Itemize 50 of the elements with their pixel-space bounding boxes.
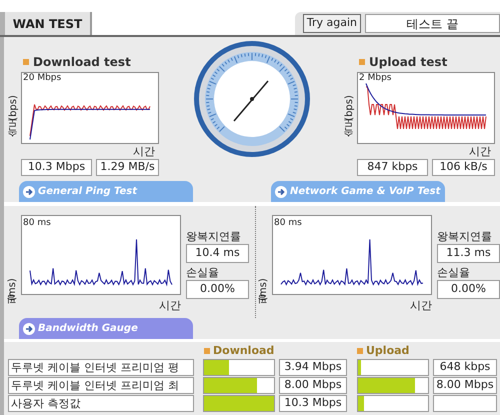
loss-field: 0.00% bbox=[186, 280, 249, 299]
row-label-field: 두루넷 케이블 인터넷 프리미엄 평 bbox=[8, 359, 194, 376]
y-axis-label: 핑(ms) bbox=[8, 277, 18, 311]
x-axis-label: 시간 bbox=[159, 300, 181, 311]
x-axis-label: 시간 bbox=[469, 146, 491, 157]
download-legend: Download bbox=[213, 342, 357, 360]
scale-label: 80 ms bbox=[23, 219, 51, 228]
bytes-field: 1.29 MB/s bbox=[96, 159, 159, 176]
legend-square-icon bbox=[23, 59, 29, 65]
rate-field: 847 kbps bbox=[357, 159, 428, 176]
arrow-circle-icon bbox=[23, 322, 35, 334]
legend-square-icon bbox=[359, 59, 365, 65]
latency-label: 왕복지연률 bbox=[437, 231, 493, 242]
latency-label: 왕복지연률 bbox=[186, 231, 242, 242]
upload-reading-field bbox=[433, 395, 497, 412]
scale-label: 20 Mbps bbox=[23, 74, 62, 83]
row-label-field: 두루넷 케이블 인터넷 프리미엄 최 bbox=[8, 377, 194, 394]
download-reading-field: 10.3 Mbps bbox=[279, 395, 347, 412]
window-tab[interactable]: WAN TEST bbox=[5, 12, 92, 35]
download-reading-field: 3.94 Mbps bbox=[279, 359, 347, 376]
arrow-circle-icon bbox=[23, 186, 35, 198]
scale-label: 2 Mbps bbox=[359, 74, 392, 83]
y-axis-label: 속도 (bps) bbox=[345, 94, 355, 144]
upload-reading-field: 648 kbps bbox=[433, 359, 497, 376]
panel-title: Download test bbox=[33, 54, 131, 71]
status-field: 테스트 끝 bbox=[365, 14, 500, 33]
y-axis-label: 핑(ms) bbox=[259, 277, 269, 311]
scale-label: 80 ms bbox=[274, 219, 302, 228]
section-tab[interactable]: Network Game & VoIP Test bbox=[271, 181, 445, 202]
bytes-field: 106 kB/s bbox=[432, 159, 495, 176]
y-axis-label: 속도 (bps) bbox=[9, 94, 19, 144]
upload-reading-field: 8.00 Mbps bbox=[433, 377, 497, 394]
arrow-circle-icon bbox=[275, 186, 287, 198]
x-axis-label: 시간 bbox=[410, 300, 432, 311]
loss-field: 0.00% bbox=[437, 280, 500, 299]
row-label-field: 사용자 측정값 bbox=[8, 395, 194, 412]
panel-title: Upload test bbox=[369, 54, 448, 71]
try-again-button[interactable]: Try again bbox=[302, 14, 361, 33]
loss-label: 손실율 bbox=[186, 267, 220, 278]
latency-field: 10.4 ms bbox=[186, 244, 249, 263]
rate-field: 10.3 Mbps bbox=[21, 159, 92, 176]
x-axis-label: 시간 bbox=[133, 146, 155, 157]
legend-square-icon bbox=[204, 348, 210, 354]
window-frame bbox=[0, 12, 5, 35]
section-tab[interactable]: General Ping Test bbox=[19, 181, 193, 202]
legend-square-icon bbox=[357, 348, 363, 354]
upload-legend: Upload bbox=[366, 342, 410, 360]
download-reading-field: 8.00 Mbps bbox=[279, 377, 347, 394]
loss-label: 손실율 bbox=[437, 267, 471, 278]
latency-field: 11.3 ms bbox=[437, 244, 500, 263]
